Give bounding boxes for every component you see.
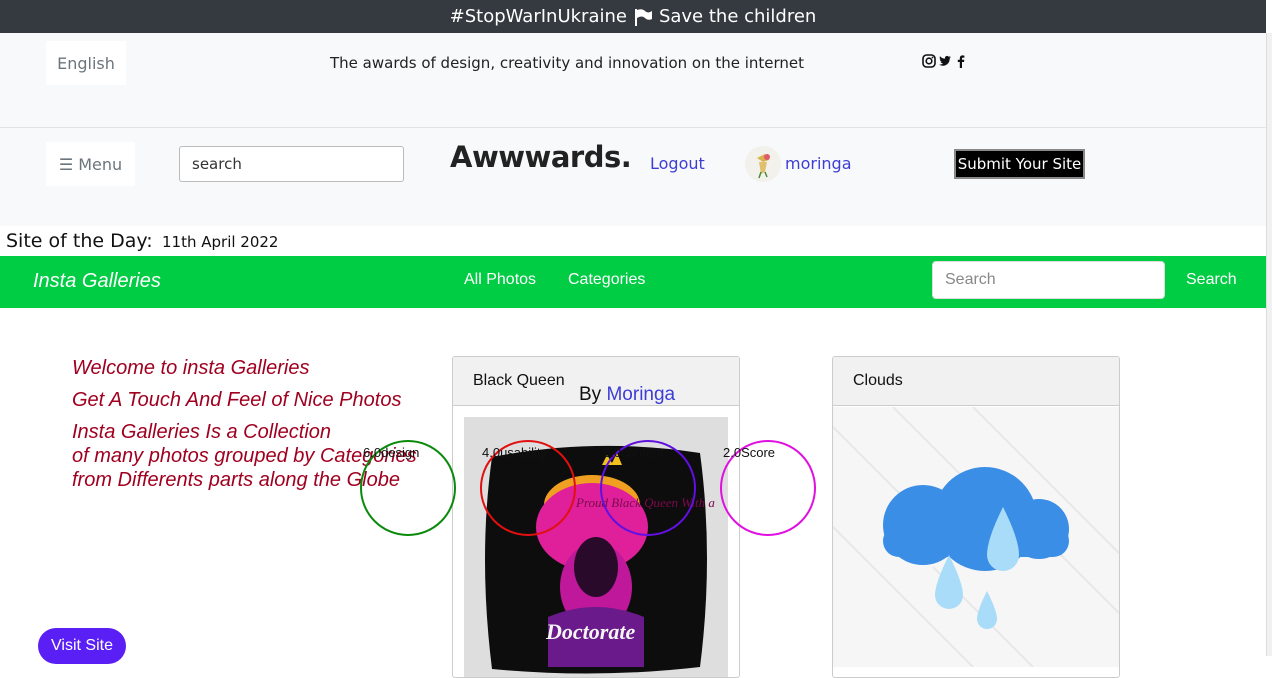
banner-suffix: Save the children <box>658 6 817 27</box>
photo-card-clouds[interactable]: Clouds <box>832 356 1120 678</box>
usability-score: 4.0usability <box>482 445 548 460</box>
site-of-day-label: Site of the Day: <box>6 230 153 252</box>
nav-categories[interactable]: Categories <box>568 271 645 289</box>
avatar[interactable] <box>745 146 781 182</box>
gallery-search-placeholder: Search <box>945 271 996 288</box>
avatar-image <box>745 146 781 182</box>
twitter-icon[interactable] <box>938 54 952 68</box>
clouds-photo[interactable] <box>833 407 1119 667</box>
author-line: By Moringa <box>579 384 675 406</box>
welcome-line-1: Welcome to insta Galleries <box>72 357 310 379</box>
gallery-search-button[interactable]: Search <box>1186 271 1237 289</box>
menu-button[interactable]: ☰ Menu <box>46 142 135 186</box>
tagline: The awards of design, creativity and inn… <box>330 54 805 72</box>
nav-all-photos[interactable]: All Photos <box>464 271 536 289</box>
logout-link[interactable]: Logout <box>650 154 705 173</box>
username-link[interactable]: moringa <box>785 154 852 173</box>
pillow-text: Doctorate <box>545 619 635 644</box>
submit-site-button[interactable]: Submit Your Site <box>954 149 1085 179</box>
instagram-icon[interactable] <box>922 54 936 68</box>
card-title: Clouds <box>833 357 1119 406</box>
welcome-line-2: Get A Touch And Feel of Nice Photos <box>72 389 402 411</box>
language-button[interactable]: English <box>46 41 126 85</box>
design-score: 6.0design <box>363 445 420 460</box>
site-of-day-date: 11th April 2022 <box>162 233 279 251</box>
social-links <box>922 54 968 68</box>
top-banner: #StopWarInUkraine Save the children <box>0 0 1266 33</box>
search-input[interactable]: search <box>179 146 404 182</box>
header-top-band <box>0 33 1266 128</box>
gallery-brand[interactable]: Insta Galleries <box>33 270 161 293</box>
author-prefix: By <box>579 384 602 405</box>
site-logo[interactable]: Awwwards. <box>450 140 632 174</box>
search-input-value: search <box>192 155 242 173</box>
flag-icon <box>634 8 652 26</box>
banner-text: #StopWarInUkraine <box>449 6 627 27</box>
gallery-search-input[interactable]: Search <box>932 261 1165 299</box>
visit-site-button[interactable]: Visit Site <box>38 628 126 664</box>
content-score: 6.0content <box>603 445 664 460</box>
welcome-line-5: from Differents parts along the Globe <box>72 469 400 491</box>
total-score: 2.0Score <box>723 445 776 460</box>
facebook-icon[interactable] <box>954 54 968 68</box>
welcome-line-3: Insta Galleries Is a Collection <box>72 421 332 443</box>
author-link[interactable]: Moringa <box>606 384 675 405</box>
scrollbar[interactable] <box>1266 33 1272 656</box>
